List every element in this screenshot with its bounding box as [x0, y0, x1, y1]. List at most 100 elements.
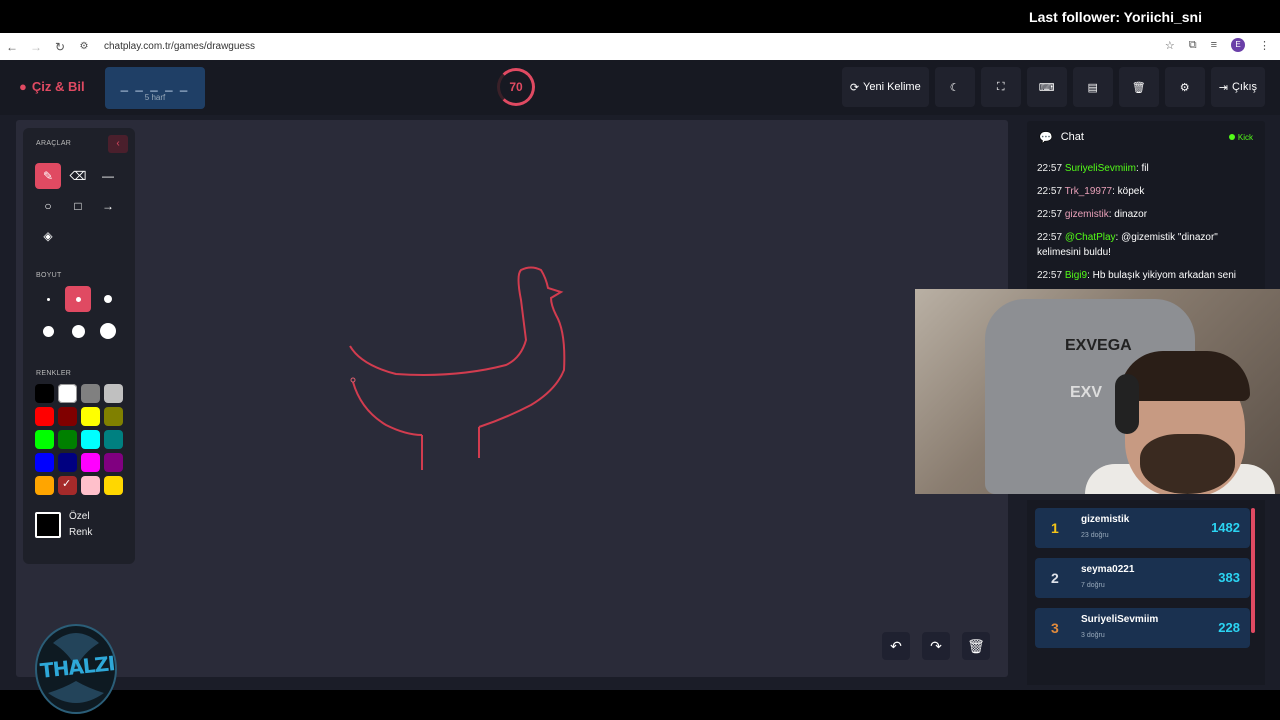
trash-button[interactable]: 🗑 — [1118, 67, 1159, 107]
eraser-tool[interactable]: ⌫ — [65, 163, 91, 189]
color-swatch[interactable] — [35, 407, 54, 426]
extensions-icon[interactable]: ⧉ — [1189, 39, 1197, 52]
chat-message: 22:57 Trk_19977: köpek — [1037, 184, 1255, 199]
size-4[interactable] — [35, 318, 61, 344]
leaderboard-score: 1482 — [1211, 520, 1240, 535]
exit-button[interactable]: ⇥ Çıkış — [1210, 67, 1265, 107]
app-logo[interactable]: ● Çiz & Bil — [19, 79, 85, 94]
circle-tool[interactable]: ○ — [35, 193, 61, 219]
profile-avatar[interactable]: E — [1231, 38, 1245, 52]
new-word-button[interactable]: ⟳ Yeni Kelime — [841, 67, 929, 107]
color-swatch[interactable] — [104, 476, 123, 495]
chat-username[interactable]: @ChatPlay — [1065, 232, 1116, 243]
gear-icon: ⚙ — [1179, 81, 1190, 94]
drawing-canvas[interactable]: ↶ ↷ 🗑 — [16, 120, 1008, 677]
fill-tool[interactable]: ◈ — [35, 223, 61, 249]
address-bar[interactable]: chatplay.com.tr/games/drawguess — [104, 41, 255, 52]
chat-timestamp: 22:57 — [1037, 270, 1063, 281]
undo-button[interactable]: ↶ — [882, 632, 910, 660]
line-tool[interactable]: — — [95, 163, 121, 189]
color-swatch[interactable] — [104, 430, 123, 449]
chat-title: 💬 Chat — [1039, 131, 1084, 144]
archive-icon: ▤ — [1087, 81, 1098, 94]
chat-username[interactable]: SuriyeliSevmiim — [1065, 163, 1136, 174]
color-swatch[interactable] — [35, 476, 54, 495]
forward-icon[interactable]: → — [24, 40, 48, 54]
chat-panel: 💬 Chat Kick 22:57 SuriyeliSevmiim: fil 22… — [1027, 121, 1265, 291]
leaderboard-name: seyma0221 — [1081, 564, 1135, 575]
redo-button[interactable]: ↷ — [922, 632, 950, 660]
size-2[interactable] — [65, 286, 91, 312]
leaderboard-scrollbar[interactable] — [1251, 508, 1255, 633]
back-icon[interactable]: ← — [0, 40, 24, 54]
undo-icon: ↶ — [890, 638, 902, 654]
leaderboard: 1 gizemistik 23 doğru 1482 2 seyma0221 7 doğru… — [1027, 500, 1265, 685]
browser-menu-icon[interactable]: ⋮ — [1259, 39, 1270, 52]
chat-message: 22:57 @ChatPlay: @gizemistik "dinazor" k… — [1037, 230, 1255, 260]
leaderboard-correct-count: 7 doğru — [1081, 582, 1105, 589]
fullscreen-button[interactable]: ⛶ — [980, 67, 1021, 107]
chair-brand-text-2: EXV — [1070, 384, 1103, 401]
archive-button[interactable]: ▤ — [1072, 67, 1113, 107]
custom-color-button[interactable]: Özel Renk — [35, 509, 92, 541]
chat-timestamp: 22:57 — [1037, 186, 1063, 197]
color-swatch[interactable] — [104, 384, 123, 403]
size-3[interactable] — [95, 286, 121, 312]
chat-text: : fil — [1135, 163, 1149, 174]
clear-canvas-button[interactable]: 🗑 — [962, 632, 990, 660]
reload-icon[interactable]: ↻ — [48, 40, 72, 54]
color-swatch[interactable] — [58, 453, 77, 472]
reading-list-icon[interactable]: ≡ — [1211, 39, 1217, 51]
leaderboard-correct-count: 3 doğru — [1081, 632, 1105, 639]
keyboard-icon: ⌨ — [1038, 81, 1055, 94]
color-swatch[interactable] — [81, 384, 100, 403]
chair-brand-text: EXVEGA — [1065, 337, 1132, 354]
word-length: 5 harf — [144, 93, 166, 102]
color-swatch[interactable] — [58, 476, 77, 495]
webcam-overlay: EXVEGA EXV — [915, 289, 1280, 494]
trash-icon: 🗑 — [1131, 81, 1146, 94]
collapse-panel-button[interactable]: ‹ — [108, 135, 128, 153]
size-6[interactable] — [95, 318, 121, 344]
custom-color-label-line1: Özel — [69, 511, 90, 522]
chat-username[interactable]: gizemistik — [1065, 209, 1109, 220]
color-swatch[interactable] — [35, 453, 54, 472]
chat-username[interactable]: Bigi9 — [1065, 270, 1087, 281]
exit-label: Çıkış — [1231, 81, 1257, 93]
color-swatch[interactable] — [104, 453, 123, 472]
custom-color-label-line2: Renk — [69, 527, 93, 538]
color-swatch[interactable] — [58, 407, 77, 426]
chat-timestamp: 22:57 — [1037, 163, 1063, 174]
size-5[interactable] — [65, 318, 91, 344]
logo-text: Çiz & Bil — [31, 79, 85, 94]
color-swatch[interactable] — [58, 384, 77, 403]
chat-text: : köpek — [1112, 186, 1145, 197]
color-swatch[interactable] — [35, 430, 54, 449]
site-info-icon[interactable]: ⚙ — [72, 41, 96, 52]
color-swatch[interactable] — [35, 384, 54, 403]
pen-tool[interactable]: ✎ — [35, 163, 61, 189]
size-1[interactable] — [35, 286, 61, 312]
color-swatch[interactable] — [81, 476, 100, 495]
arrow-tool[interactable]: → — [95, 193, 121, 219]
color-swatch[interactable] — [81, 407, 100, 426]
colors-section-label: RENKLER — [36, 370, 72, 377]
rectangle-tool[interactable]: □ — [65, 193, 91, 219]
eraser-icon: ⌫ — [69, 169, 87, 183]
bookmark-star-icon[interactable]: ☆ — [1165, 39, 1175, 52]
chat-username[interactable]: Trk_19977 — [1065, 186, 1112, 197]
color-swatch[interactable] — [81, 430, 100, 449]
color-swatch[interactable] — [81, 453, 100, 472]
chat-text: : Hb bulaşık yikiyom arkadan seni — [1087, 270, 1237, 281]
color-swatch[interactable] — [58, 430, 77, 449]
chat-message: 22:57 SuriyeliSevmiim: fil — [1037, 161, 1255, 176]
theme-toggle-button[interactable]: ☾ — [934, 67, 975, 107]
moon-icon: ☾ — [949, 81, 960, 94]
leaderboard-row: 2 seyma0221 7 doğru 383 — [1035, 558, 1250, 598]
browser-toolbar: ← → ↻ ⚙ chatplay.com.tr/games/drawguess … — [0, 33, 1280, 60]
square-icon: □ — [74, 199, 82, 213]
color-swatch[interactable] — [104, 407, 123, 426]
keyboard-button[interactable]: ⌨ — [1026, 67, 1067, 107]
size-dot — [42, 325, 54, 337]
settings-button[interactable]: ⚙ — [1164, 67, 1205, 107]
